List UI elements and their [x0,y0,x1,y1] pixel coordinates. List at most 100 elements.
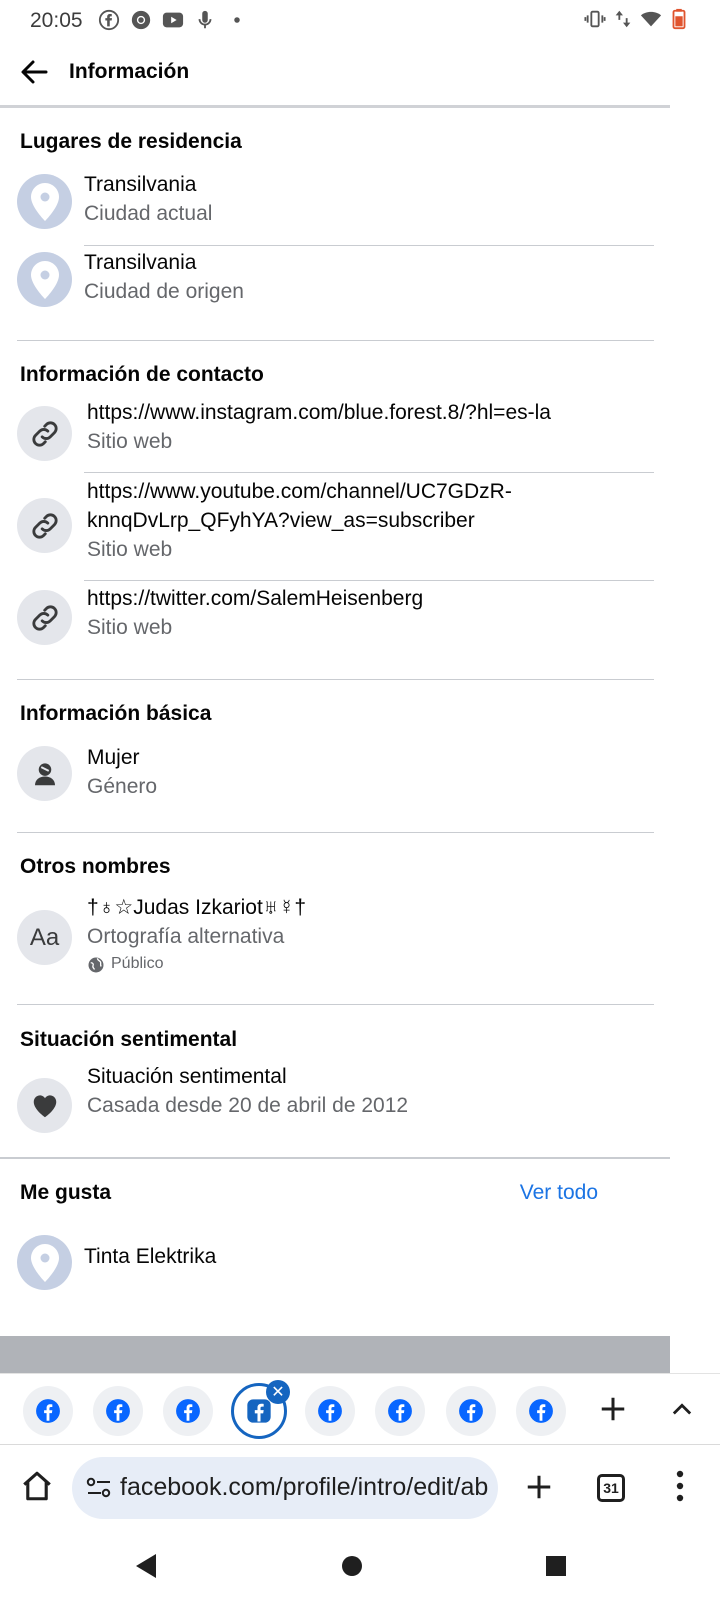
see-all-link[interactable]: Ver todo [520,1181,598,1205]
youtube-icon [162,12,184,28]
chrome-icon [131,10,151,30]
location-pin-icon [30,182,59,221]
section-divider [17,340,654,341]
link-icon [31,604,58,631]
site-settings-icon[interactable] [86,1476,112,1500]
microphone-icon [198,10,212,29]
row-divider [84,245,654,246]
section-title-basic: Información básica [20,702,212,725]
browser-tab[interactable] [446,1386,496,1436]
browser-tab-strip: ✕ [0,1373,720,1445]
facebook-tab-icon [459,1399,483,1423]
home-icon[interactable] [20,1469,54,1503]
browser-tab[interactable] [305,1386,355,1436]
battery-icon [672,8,686,30]
gender-label: Género [87,775,158,798]
section-divider [17,832,654,833]
website-label: Sitio web [87,538,173,561]
section-title-other-names: Otros nombres [20,855,171,878]
page-header: Información [0,42,670,108]
text-aa-icon: Aa [29,923,60,951]
alt-name-label: Ortografía alternativa [87,925,285,948]
heart-icon [33,1094,56,1117]
alt-name-icon-badge: Aa [17,910,72,965]
facebook-tab-icon [529,1399,553,1423]
residence-hometown-value: Transilvania [84,251,197,274]
website-twitter-link[interactable]: https://twitter.com/SalemHeisenberg [87,584,423,613]
place-icon-badge [17,252,72,307]
website-label: Sitio web [87,616,173,639]
back-nav-icon[interactable] [134,1552,158,1580]
residence-current-value: Transilvania [84,173,197,196]
system-icons [584,8,690,30]
overflow-menu-icon[interactable] [676,1469,684,1503]
close-tab-icon[interactable]: ✕ [266,1380,290,1404]
website-instagram-link[interactable]: https://www.instagram.com/blue.forest.8/… [87,398,551,427]
home-nav-icon[interactable] [341,1555,363,1577]
residence-hometown-label: Ciudad de origen [84,280,244,303]
globe-icon [88,957,104,973]
facebook-icon [98,9,120,31]
liked-page-name[interactable]: Tinta Elektrika [84,1242,216,1271]
gender-icon-badge [17,746,72,801]
browser-tab[interactable] [93,1386,143,1436]
place-icon-badge [17,174,72,229]
relationship-heading: Situación sentimental [87,1065,287,1088]
section-divider [17,679,654,680]
alt-name-value: †♁☆Judas Izkariot♅☿† [87,896,306,919]
status-bar: 20:05 [0,0,720,42]
loading-strip [0,1336,670,1374]
facebook-tab-icon [106,1399,130,1423]
facebook-tab-icon [388,1399,412,1423]
status-time: 20:05 [30,9,83,32]
new-tab-icon[interactable] [524,1472,554,1502]
gender-value: Mujer [87,746,140,769]
row-divider [84,580,654,581]
dot-icon [234,17,240,23]
link-icon [31,420,58,447]
browser-tab[interactable] [516,1386,566,1436]
active-browser-tab[interactable]: ✕ [231,1380,290,1439]
tab-switcher-button[interactable]: 31 [597,1474,625,1502]
website-youtube-link-line2[interactable]: knnqDvLrp_QFyhYA?view_as=subscriber [87,506,475,535]
heart-icon-badge [17,1078,72,1133]
facebook-tab-icon [247,1399,271,1423]
section-divider [17,1004,654,1005]
recents-nav-icon[interactable] [545,1555,567,1577]
facebook-tab-icon [318,1399,342,1423]
row-divider [84,472,654,473]
chevron-up-icon[interactable] [668,1396,696,1424]
section-title-relationship: Situación sentimental [20,1028,238,1051]
link-icon-badge [17,406,72,461]
browser-tab[interactable] [163,1386,213,1436]
website-youtube-link-line1[interactable]: https://www.youtube.com/channel/UC7GDzR- [87,477,512,506]
vibrate-icon [584,10,606,28]
place-icon-badge [17,1235,72,1290]
facebook-tab-icon [176,1399,200,1423]
facebook-tab-icon [36,1399,60,1423]
link-icon-badge [17,590,72,645]
section-title-likes: Me gusta [20,1181,112,1204]
link-icon-badge [17,498,72,553]
privacy-label: Público [111,955,164,972]
browser-tab[interactable] [375,1386,425,1436]
page-title: Información [69,60,190,83]
relationship-status: Casada desde 20 de abril de 2012 [87,1094,409,1117]
location-pin-icon [30,1243,59,1282]
browser-toolbar: facebook.com/profile/intro/edit/ab 31 [0,1445,720,1535]
notification-icons [98,9,248,31]
residence-current-label: Ciudad actual [84,202,213,225]
system-navigation-bar [0,1535,720,1600]
section-title-residence: Lugares de residencia [20,130,242,153]
section-title-contact: Información de contacto [20,363,264,386]
address-bar[interactable]: facebook.com/profile/intro/edit/ab [72,1457,498,1519]
wifi-icon [640,11,662,27]
add-tab-icon[interactable] [598,1394,628,1424]
link-icon [31,512,58,539]
back-arrow-icon[interactable] [18,56,50,88]
url-text[interactable]: facebook.com/profile/intro/edit/ab [120,1473,488,1502]
location-pin-icon [30,260,59,299]
data-arrows-icon [615,10,631,28]
section-divider [0,1157,670,1159]
browser-tab[interactable] [23,1386,73,1436]
